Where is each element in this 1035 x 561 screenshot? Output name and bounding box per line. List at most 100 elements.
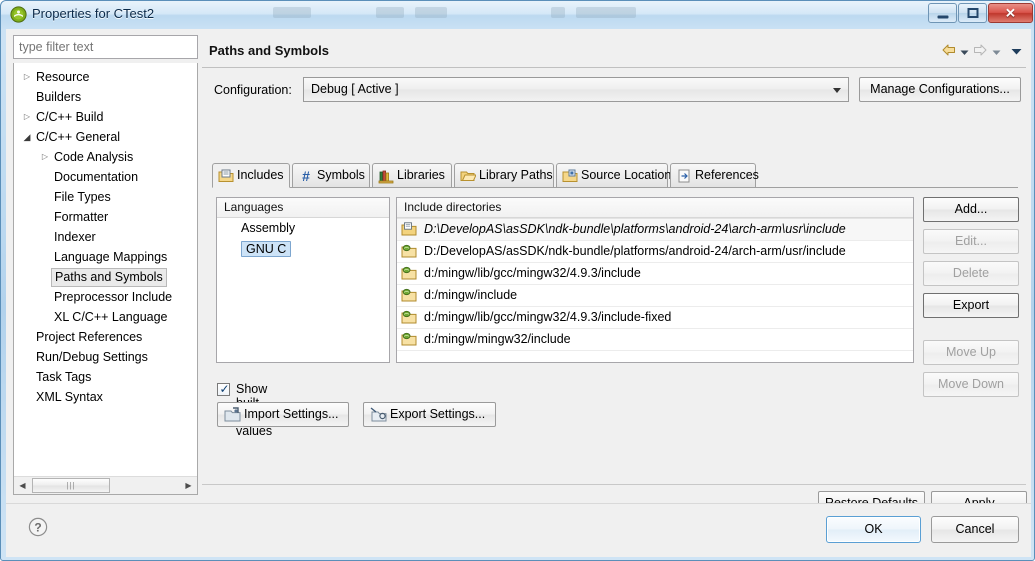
tab-references[interactable]: References	[670, 163, 759, 188]
tree-item-c-c-general[interactable]: C/C++ General	[14, 127, 197, 147]
tree-item-label: XL C/C++ Language	[54, 310, 168, 324]
minimize-icon	[937, 15, 948, 19]
tree-item-label: Preprocessor Include	[54, 290, 173, 304]
forward-history-dropdown	[992, 46, 1001, 55]
import-settings-button[interactable]: Import Settings...	[217, 402, 350, 427]
expand-arrow-right-icon[interactable]	[21, 67, 33, 87]
tree-item-label: Run/Debug Settings	[36, 350, 148, 364]
include-directory-row[interactable]: d:/mingw/mingw32/include	[397, 329, 913, 351]
export-button[interactable]: Export	[923, 293, 1019, 318]
export-settings-button[interactable]: Export Settings...	[363, 402, 497, 427]
close-button[interactable]: ✕	[988, 3, 1033, 23]
tree-item-builders[interactable]: Builders	[14, 87, 197, 107]
languages-list-rows: Assembly GNU C	[217, 218, 389, 260]
tree-item-documentation[interactable]: Documentation	[14, 167, 197, 187]
background-window-artifact	[576, 7, 636, 18]
include-directory-row[interactable]: D:\DevelopAS\asSDK\ndk-bundle\platforms\…	[397, 218, 913, 241]
include-directory-row[interactable]: d:/mingw/include	[397, 285, 913, 307]
filter-input[interactable]	[13, 35, 198, 59]
tab-includes[interactable]: Includes	[212, 163, 290, 188]
delete-button: Delete	[923, 261, 1019, 286]
page-navigation	[941, 42, 1022, 60]
back-arrow-icon[interactable]	[941, 42, 957, 58]
language-list-item[interactable]: GNU C	[217, 239, 389, 260]
language-label: Assembly	[241, 221, 296, 235]
cancel-button[interactable]: Cancel	[931, 516, 1019, 543]
tab-libraries[interactable]: Libraries	[372, 163, 452, 188]
minimize-button[interactable]	[928, 3, 957, 23]
configuration-dropdown[interactable]: Debug [ Active ]	[303, 77, 849, 102]
tab-library-paths[interactable]: Library Paths	[454, 163, 554, 188]
include-directory-path: D:\DevelopAS\asSDK\ndk-bundle\platforms\…	[424, 222, 846, 236]
page-bottom-separator	[202, 484, 1026, 485]
expand-arrow-right-icon[interactable]	[39, 147, 51, 167]
scroll-right-icon[interactable]: ▶	[180, 477, 197, 494]
open-folder-icon	[460, 168, 477, 184]
view-menu-chevron[interactable]	[1011, 46, 1022, 55]
import-settings-label: Import Settings...	[244, 407, 339, 421]
builtin-include-folder-icon	[401, 266, 418, 281]
tab-source-location[interactable]: Source Location	[556, 163, 671, 188]
scrollbar-thumb[interactable]: |||	[32, 478, 110, 493]
tab-symbols[interactable]: # Symbols	[292, 163, 370, 188]
tree-item-label: File Types	[54, 190, 111, 204]
tree-item-label: XML Syntax	[36, 390, 103, 404]
settings-tree[interactable]: Resource Builders C/C++ Build C/C++ General…	[13, 63, 198, 495]
languages-list[interactable]: Languages Assembly GNU C	[216, 197, 390, 363]
include-directories-list[interactable]: Include directories D:\DevelopAS\asSDK\n…	[396, 197, 914, 363]
tab-bar: Includes # Symbols Libraries Library Paths So…	[212, 163, 1018, 188]
background-window-artifact	[273, 7, 311, 18]
includes-folder-icon	[218, 168, 234, 184]
tree-item-label: Code Analysis	[54, 150, 134, 164]
manage-configurations-button[interactable]: Manage Configurations...	[859, 77, 1021, 102]
tree-item-paths-and-symbols[interactable]: Paths and Symbols	[14, 267, 197, 287]
help-question-icon[interactable]: ?	[28, 517, 48, 537]
include-directory-path: d:/mingw/mingw32/include	[424, 332, 571, 346]
add-button[interactable]: Add...	[923, 197, 1019, 222]
references-arrow-page-icon	[676, 168, 692, 184]
title-bar-background	[1, 1, 1034, 29]
tree-item-formatter[interactable]: Formatter	[14, 207, 197, 227]
tree-item-code-analysis[interactable]: Code Analysis	[14, 147, 197, 167]
forward-arrow-icon	[972, 42, 988, 58]
show-builtin-checkbox[interactable]: ✓	[217, 382, 230, 396]
include-directory-path: d:/mingw/lib/gcc/mingw32/4.9.3/include-f…	[424, 310, 672, 324]
back-history-dropdown[interactable]	[960, 46, 969, 55]
tree-item-xl-c-c-language[interactable]: XL C/C++ Language	[14, 307, 197, 327]
chevron-down-icon	[833, 88, 841, 93]
tree-horizontal-scrollbar[interactable]: ◀ ||| ▶	[14, 476, 197, 494]
scroll-left-icon[interactable]: ◀	[14, 477, 31, 494]
include-directory-row[interactable]: d:/mingw/lib/gcc/mingw32/4.9.3/include-f…	[397, 307, 913, 329]
svg-text:#: #	[302, 168, 310, 184]
tree-item-run-debug-settings[interactable]: Run/Debug Settings	[14, 347, 197, 367]
tree-item-task-tags[interactable]: Task Tags	[14, 367, 197, 387]
include-directory-row[interactable]: D:/DevelopAS/asSDK/ndk-bundle/platforms/…	[397, 241, 913, 263]
source-folder-icon	[562, 168, 578, 184]
restore-icon	[967, 8, 978, 18]
tree-item-xml-syntax[interactable]: XML Syntax	[14, 387, 197, 407]
tree-item-preprocessor-include[interactable]: Preprocessor Include	[14, 287, 197, 307]
builtin-include-folder-icon	[401, 288, 418, 303]
expand-arrow-down-icon[interactable]	[21, 127, 33, 147]
tree-item-language-mappings[interactable]: Language Mappings	[14, 247, 197, 267]
language-list-item[interactable]: Assembly	[217, 218, 389, 239]
move-down-button: Move Down	[923, 372, 1019, 397]
tree-item-resource[interactable]: Resource	[14, 67, 197, 87]
configuration-selected-value: Debug [ Active ]	[311, 82, 399, 96]
tree-item-c-c-build[interactable]: C/C++ Build	[14, 107, 197, 127]
ok-button[interactable]: OK	[826, 516, 921, 543]
tree-item-indexer[interactable]: Indexer	[14, 227, 197, 247]
builtin-include-folder-icon	[401, 244, 418, 259]
tree-item-project-references[interactable]: Project References	[14, 327, 197, 347]
user-include-folder-icon	[401, 222, 418, 237]
restore-button[interactable]	[958, 3, 987, 23]
tree-item-label: Documentation	[54, 170, 139, 184]
dialog-footer: ? OK Cancel	[6, 503, 1031, 557]
include-directory-row[interactable]: d:/mingw/lib/gcc/mingw32/4.9.3/include	[397, 263, 913, 285]
tab-label: Library Paths	[479, 168, 553, 182]
export-settings-label: Export Settings...	[390, 407, 486, 421]
tree-item-label: Formatter	[54, 210, 109, 224]
background-window-artifact	[415, 7, 447, 18]
expand-arrow-right-icon[interactable]	[21, 107, 33, 127]
tree-item-file-types[interactable]: File Types	[14, 187, 197, 207]
